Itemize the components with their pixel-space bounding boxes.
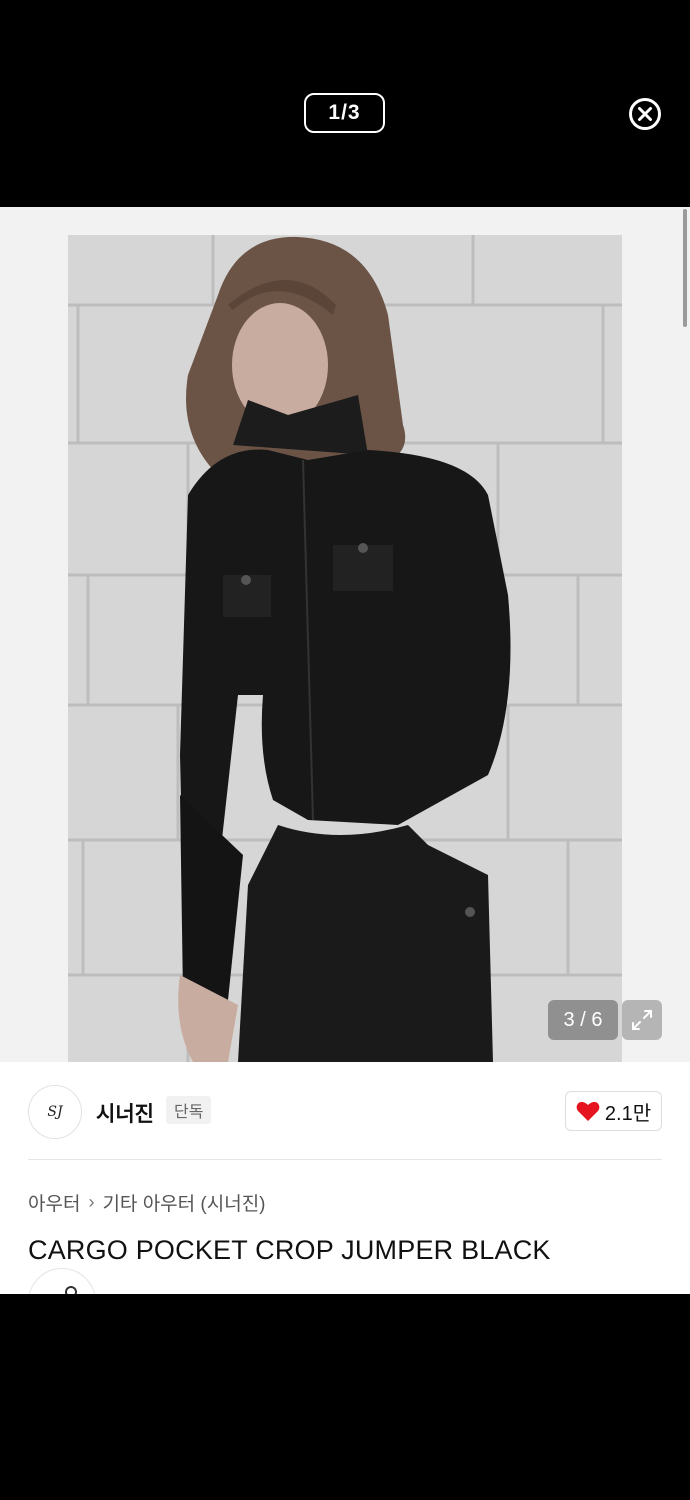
viewer-header: 1/3 [0, 0, 690, 207]
product-title: CARGO POCKET CROP JUMPER BLACK [28, 1235, 551, 1265]
product-photo-image [68, 235, 622, 1062]
close-button[interactable] [628, 97, 662, 131]
brand-name[interactable]: 시너진 [96, 1098, 154, 1128]
chevron-right-icon: › [88, 1192, 95, 1212]
heart-icon [576, 1101, 600, 1121]
close-circle-icon [629, 98, 661, 130]
divider [28, 1159, 662, 1160]
breadcrumb: 아우터 › 기타 아우터 (시너진) [28, 1189, 266, 1216]
product-photo[interactable] [68, 235, 622, 1062]
viewer-page-counter: 1/3 [304, 93, 385, 133]
user-icon [65, 1286, 77, 1294]
expand-button[interactable] [622, 1000, 662, 1040]
scrollbar[interactable] [683, 209, 687, 327]
breadcrumb-category[interactable]: 아우터 [28, 1189, 80, 1216]
avatar [28, 1268, 96, 1294]
breadcrumb-subcategory[interactable]: 기타 아우터 (시너진) [102, 1189, 265, 1216]
product-info: SJ 시너진 단독 2.1만 아우터 › 기타 아우터 (시너진) CARGO … [0, 1062, 690, 1294]
viewer-footer [0, 1294, 690, 1500]
image-counter: 3 / 6 [548, 1000, 618, 1040]
page-screenshot: 3 / 6 SJ 시너진 단독 2.1만 아우터 › 기타 아우터 (시너진) … [0, 207, 690, 1294]
brand-logo[interactable]: SJ [28, 1085, 82, 1139]
exclusive-badge: 단독 [166, 1096, 212, 1124]
expand-icon [632, 1010, 652, 1030]
like-button[interactable]: 2.1만 [565, 1091, 662, 1131]
product-gallery[interactable]: 3 / 6 [0, 207, 690, 1062]
like-count: 2.1만 [604, 1102, 652, 1125]
